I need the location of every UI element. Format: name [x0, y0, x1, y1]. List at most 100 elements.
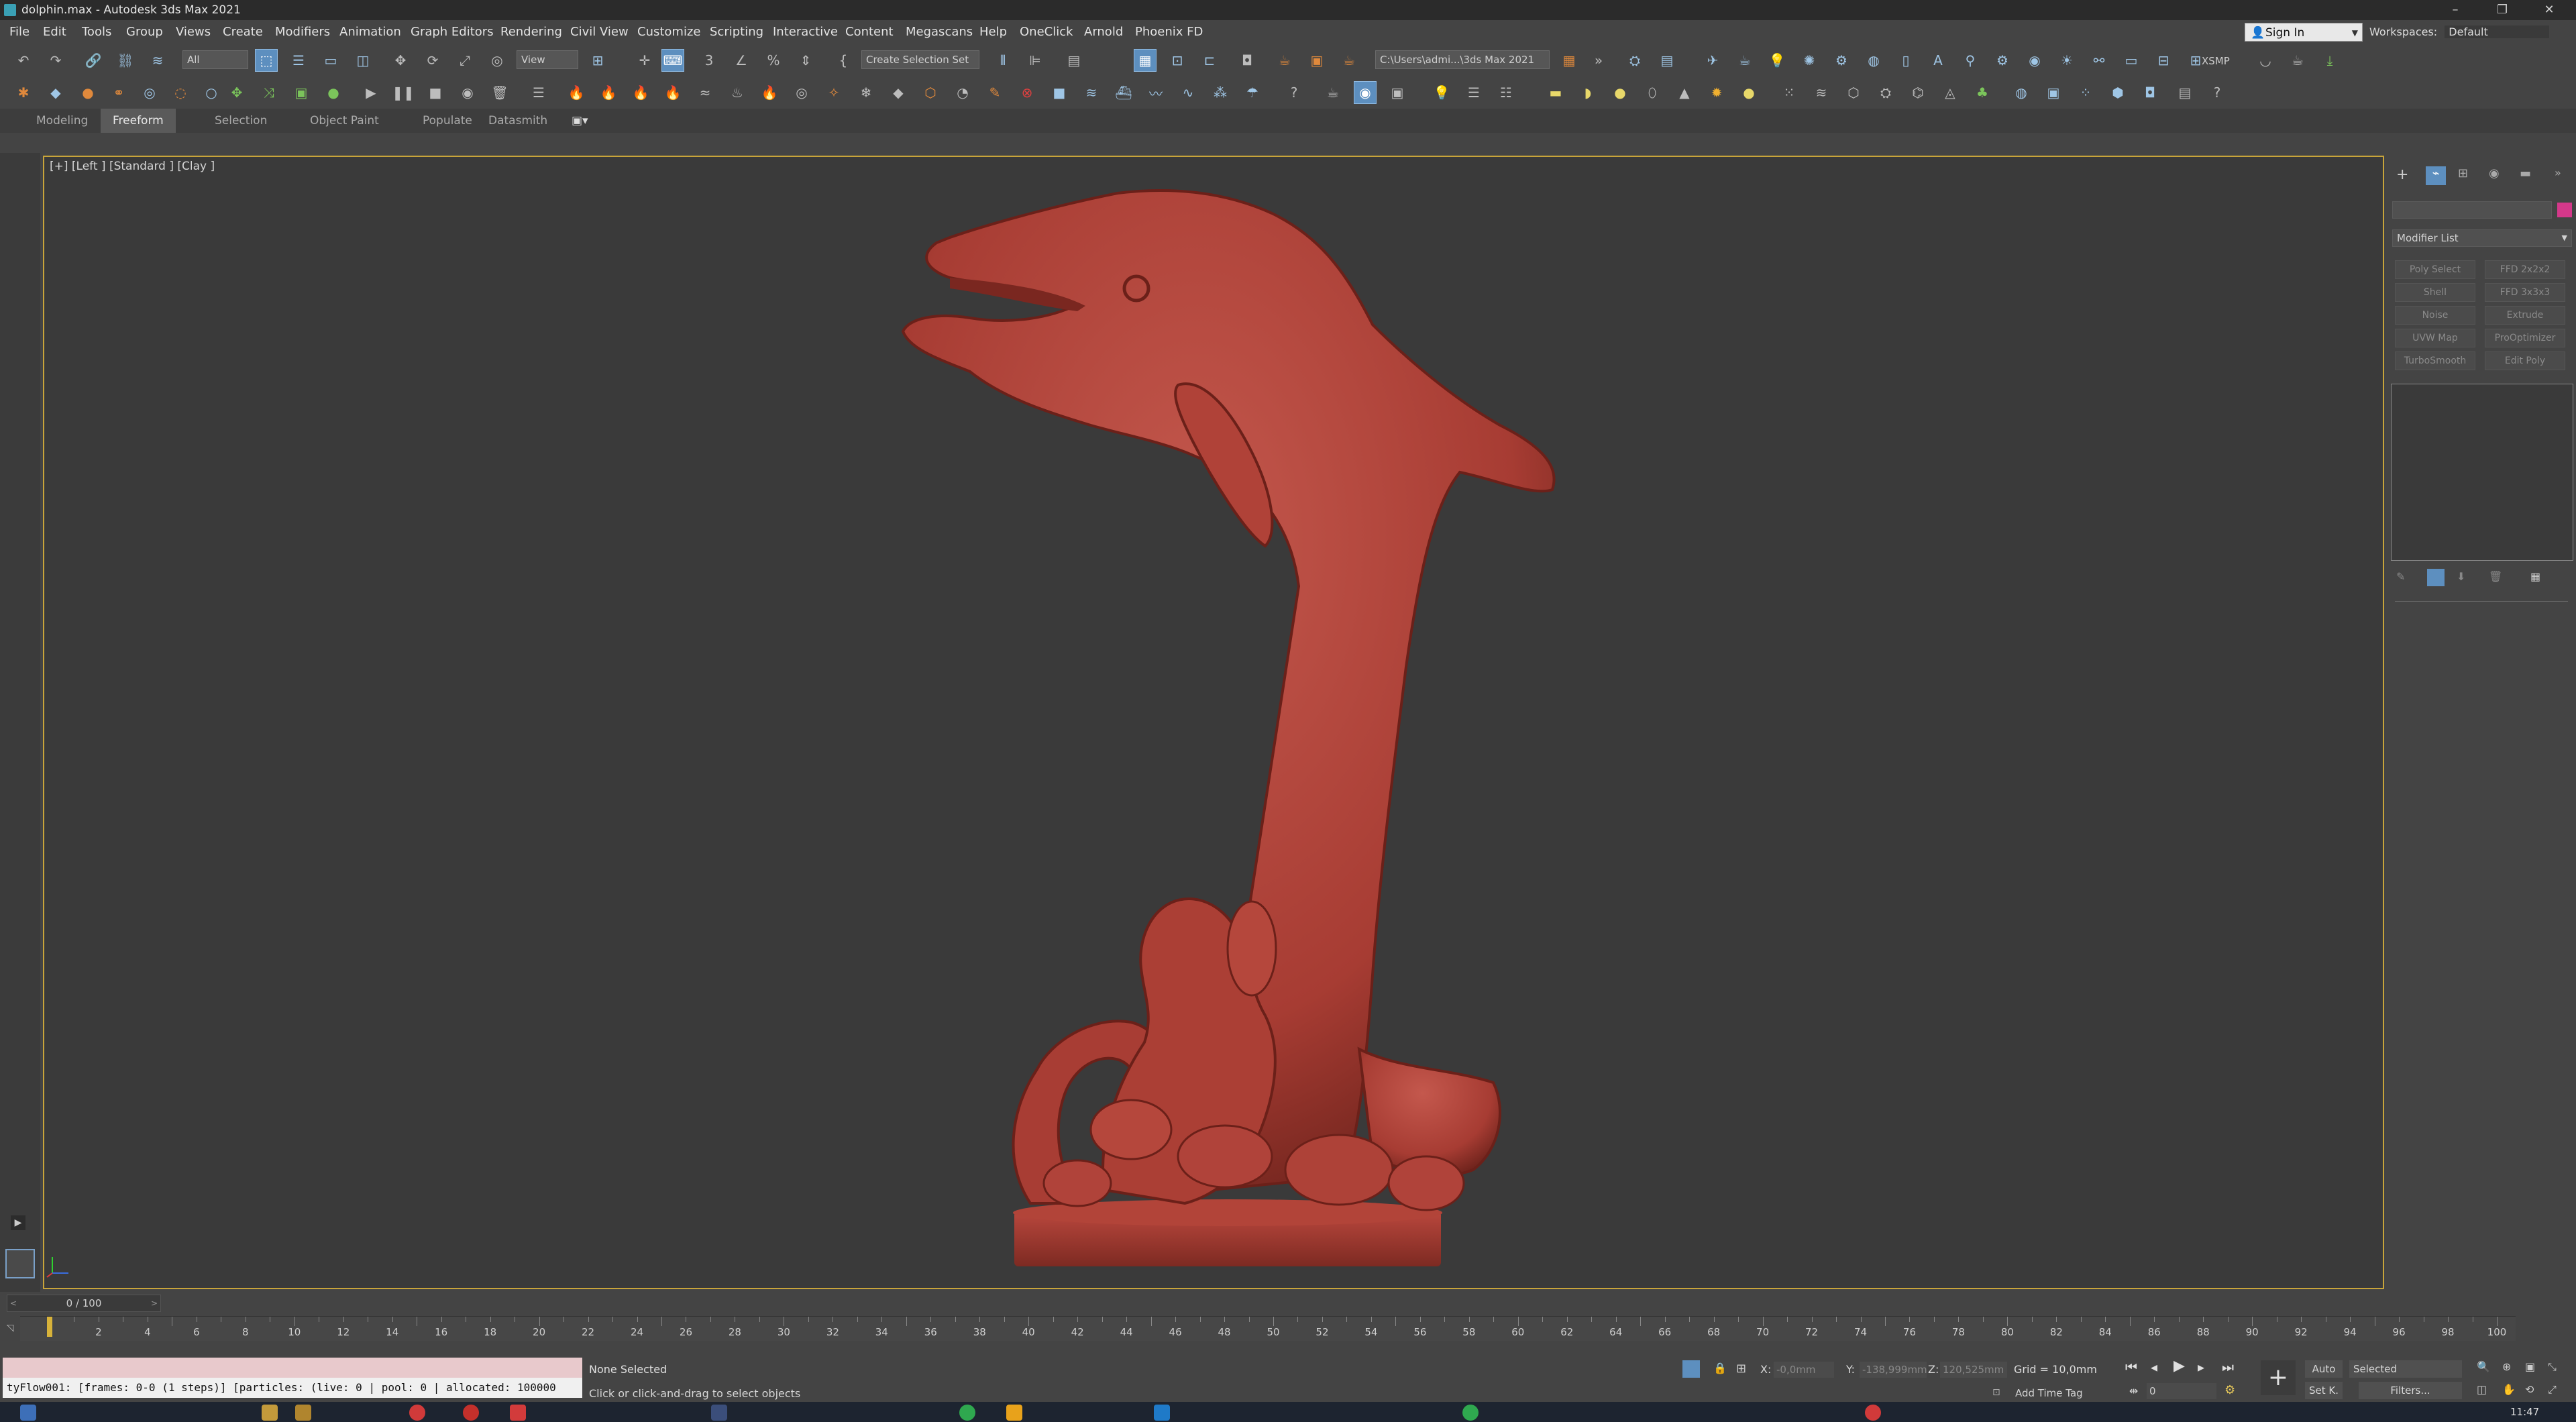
info-icon[interactable]: ?: [2206, 81, 2229, 104]
mini-curve-editor-toggle-icon[interactable]: ◹: [0, 1316, 20, 1340]
maxscript-input[interactable]: [3, 1358, 582, 1378]
move-gizmo-icon[interactable]: ✥: [225, 81, 248, 104]
keyboard-shortcut-override-icon[interactable]: ⌨: [661, 49, 684, 72]
maxscript-listener[interactable]: tyFlow001: [frames: 0-0 (1 steps)] [part…: [3, 1358, 582, 1399]
paint-icon[interactable]: ◔: [951, 81, 974, 104]
civil-view-icon[interactable]: ⛭: [1623, 49, 1646, 72]
list-icon[interactable]: ☰: [527, 81, 550, 104]
pause-icon[interactable]: ❚❚: [392, 81, 415, 104]
wave-icon[interactable]: ∿: [1177, 81, 1199, 104]
layout-thumbnail[interactable]: [5, 1249, 35, 1278]
rect-selection-icon[interactable]: ▭: [319, 49, 342, 72]
light-bulb-icon[interactable]: ☀: [2055, 49, 2078, 72]
dot-icon[interactable]: ●: [322, 81, 345, 104]
taskbar-3dsmax-icon[interactable]: [1154, 1405, 1170, 1421]
fire-icon[interactable]: 🔥: [565, 81, 588, 104]
plane-light-icon[interactable]: ▬: [1544, 81, 1567, 104]
spot-light-icon[interactable]: ▲: [1673, 81, 1696, 104]
pivot-center-icon[interactable]: ⊞: [586, 49, 609, 72]
taskbar-app-7-icon[interactable]: [959, 1405, 975, 1421]
zoom-all-icon[interactable]: ⊕: [2502, 1360, 2511, 1373]
set-project-icon[interactable]: ▦: [1558, 49, 1580, 72]
menu-modifiers[interactable]: Modifiers: [275, 25, 330, 39]
minimize-button[interactable]: –: [2435, 0, 2475, 20]
utilities-tab-icon[interactable]: »: [2555, 166, 2561, 179]
box-icon[interactable]: ▣: [290, 81, 313, 104]
menu-views[interactable]: Views: [176, 25, 211, 39]
selection-lock-icon[interactable]: 🔒: [1713, 1362, 1727, 1374]
stop-icon[interactable]: ■: [424, 81, 447, 104]
key-filters-button[interactable]: Filters...: [2359, 1382, 2462, 1399]
workspaces-selector[interactable]: Workspaces: Default: [2369, 25, 2550, 38]
menu-customize[interactable]: Customize: [637, 25, 700, 39]
menu-graph-editors[interactable]: Graph Editors: [411, 25, 494, 39]
cube-icon[interactable]: ◆: [44, 81, 67, 104]
maximize-viewport-icon[interactable]: ⤢: [2548, 1383, 2557, 1397]
dome-light-icon[interactable]: ◗: [1576, 81, 1599, 104]
z-coord-field[interactable]: 120,525mm: [1940, 1362, 2007, 1378]
menu-file[interactable]: File: [9, 25, 30, 39]
menu-phoenix-fd[interactable]: Phoenix FD: [1135, 25, 1203, 39]
select-object-icon[interactable]: ⬚: [255, 49, 278, 72]
remove-modifier-icon[interactable]: 🗑: [2489, 570, 2502, 583]
fur-icon[interactable]: ≋: [1810, 81, 1833, 104]
ribbon-tab-populate[interactable]: Populate: [423, 109, 472, 133]
notes-icon[interactable]: ▤: [1656, 49, 1678, 72]
mesh-light-icon[interactable]: ⬯: [1641, 81, 1664, 104]
taskbar-app-5-icon[interactable]: [510, 1405, 526, 1421]
make-unique-icon[interactable]: ⬇: [2457, 570, 2465, 583]
scatter-icon[interactable]: ⁙: [1778, 81, 1801, 104]
pin-stack-icon[interactable]: ✎: [2396, 570, 2405, 583]
taskbar-app-3-icon[interactable]: [409, 1405, 425, 1421]
modifier-list-dropdown[interactable]: Modifier List ▼: [2392, 229, 2572, 247]
taskbar-app-10-icon[interactable]: [1865, 1405, 1881, 1421]
file-icon[interactable]: ▯: [1894, 49, 1917, 72]
menu-arnold[interactable]: Arnold: [1084, 25, 1123, 39]
clipper-icon[interactable]: ⌬: [1907, 81, 1929, 104]
menu-group[interactable]: Group: [126, 25, 163, 39]
sphere-blue-icon[interactable]: ◎: [138, 81, 161, 104]
modifier-button-turbosmooth[interactable]: TurboSmooth: [2395, 351, 2475, 370]
snap-icon[interactable]: ⤨: [258, 81, 280, 104]
help-icon[interactable]: ?: [1283, 81, 1305, 104]
menu-animation[interactable]: Animation: [339, 25, 401, 39]
fire-grid-icon[interactable]: 🔥: [661, 81, 684, 104]
project-folder-dropdown[interactable]: C:\Users\admi...\3ds Max 2021: [1375, 50, 1550, 69]
water-icon[interactable]: ≋: [1080, 81, 1103, 104]
link-tool-icon[interactable]: ⚯: [2088, 49, 2110, 72]
zoom-extents-all-icon[interactable]: ⤡: [2548, 1360, 2557, 1374]
fire-source-icon[interactable]: 🔥: [597, 81, 620, 104]
teapot-preview-icon[interactable]: ☕: [2286, 49, 2309, 72]
play-icon[interactable]: ▶: [360, 81, 382, 104]
restore-button[interactable]: ❐: [2482, 0, 2522, 20]
current-frame-field[interactable]: 0: [2147, 1383, 2216, 1399]
select-by-name-icon[interactable]: ☰: [287, 49, 310, 72]
bind-space-warp-icon[interactable]: ≋: [146, 49, 169, 72]
render-setup-icon[interactable]: ☕: [1273, 49, 1296, 72]
menu-help[interactable]: Help: [979, 25, 1007, 39]
modifier-button-poly-select[interactable]: Poly Select: [2395, 260, 2475, 279]
layout-icon[interactable]: ⊟: [2152, 49, 2175, 72]
modifier-button-ffd-2x2x2[interactable]: FFD 2x2x2: [2485, 260, 2565, 279]
ribbon-tab-object-paint[interactable]: Object Paint: [310, 109, 379, 133]
menu-interactive[interactable]: Interactive: [773, 25, 838, 39]
absolute-mode-icon[interactable]: ⊞: [1736, 1362, 1746, 1376]
vfb-icon[interactable]: ▣: [2042, 81, 2065, 104]
taskbar-app-9-icon[interactable]: [1462, 1405, 1479, 1421]
time-slider-next-icon[interactable]: >: [151, 1295, 158, 1311]
menu-edit[interactable]: Edit: [43, 25, 66, 39]
configure-sets-icon[interactable]: ▦: [2530, 570, 2540, 583]
modifier-button-noise[interactable]: Noise: [2395, 306, 2475, 325]
link-icon[interactable]: 🔗: [82, 49, 105, 72]
render-active-icon[interactable]: ◉: [1354, 81, 1377, 104]
ocean-icon[interactable]: 〰: [1144, 81, 1167, 104]
object-name-field[interactable]: [2392, 201, 2552, 219]
angle-snap-icon[interactable]: ∠: [730, 49, 753, 72]
x-coord-field[interactable]: -0,0mm: [1774, 1362, 1834, 1378]
set-key-big-icon[interactable]: +: [2261, 1360, 2296, 1395]
object-color-swatch[interactable]: [2557, 203, 2572, 217]
zoom-extents-icon[interactable]: ▣: [2525, 1360, 2535, 1373]
panel-icon[interactable]: ▤: [2174, 81, 2196, 104]
hierarchy-tab-icon[interactable]: ⊞: [2458, 166, 2468, 180]
teapot-render-icon[interactable]: ☕: [1322, 81, 1344, 104]
